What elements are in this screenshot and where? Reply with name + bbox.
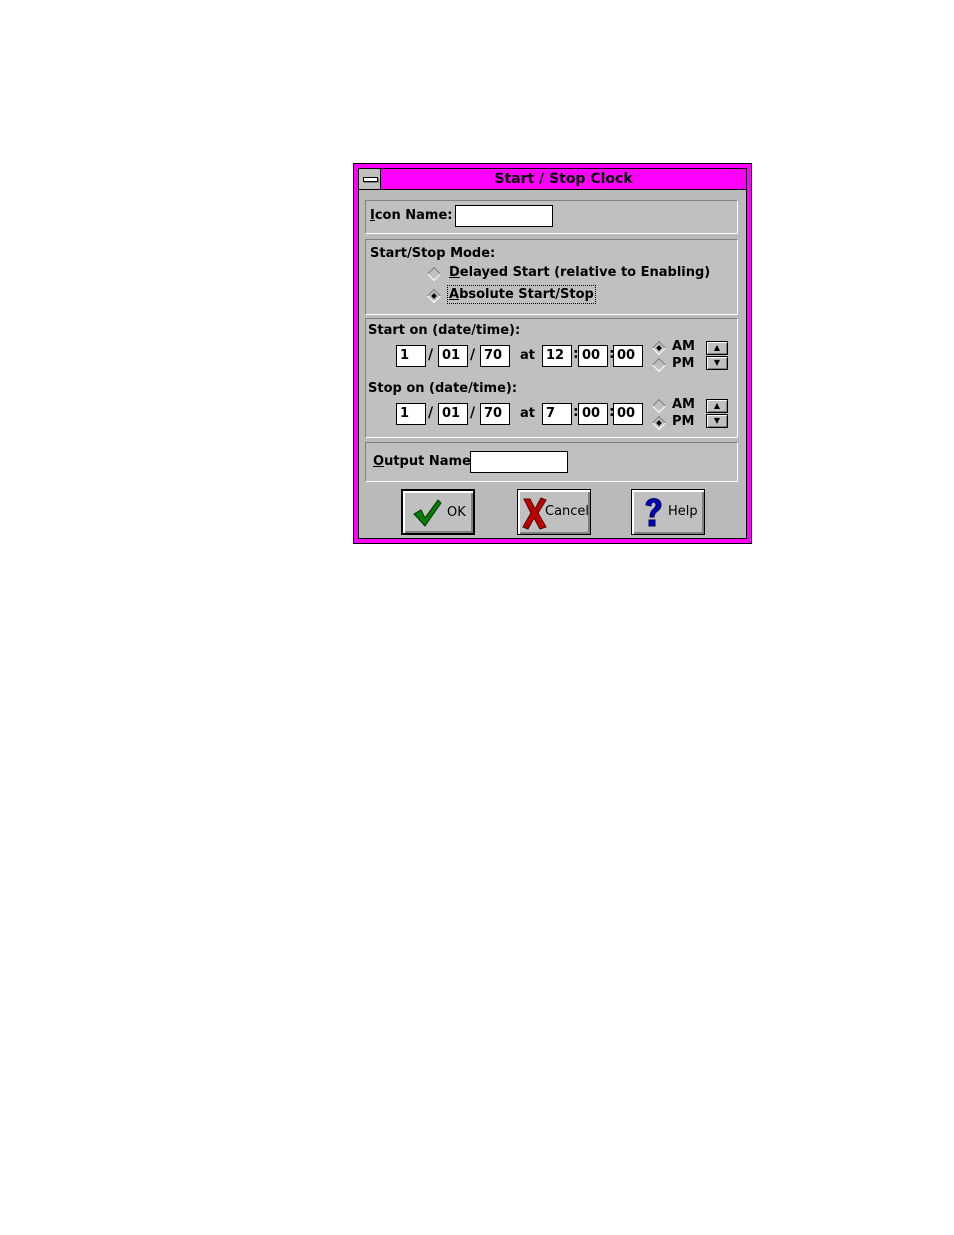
stop-time-spinner: ▲ ▼: [706, 399, 728, 429]
start-at-label: at: [520, 348, 535, 363]
system-menu-icon[interactable]: [359, 169, 381, 189]
cancel-button[interactable]: Cancel: [517, 489, 591, 535]
start-stop-mode-group: Start/Stop Mode: Delayed Start (relative…: [365, 239, 738, 315]
icon-name-input[interactable]: [455, 205, 553, 227]
start-pm-radio[interactable]: [651, 357, 667, 373]
checkmark-icon: [413, 499, 442, 527]
start-pm-label[interactable]: PM: [672, 356, 694, 371]
start-am-radio[interactable]: [651, 340, 667, 356]
start-am-label[interactable]: AM: [672, 339, 695, 354]
stop-date-sep-2: /: [470, 405, 476, 421]
stop-spin-up-button[interactable]: ▲: [706, 399, 728, 413]
radio-absolute-start-stop[interactable]: [426, 288, 442, 304]
date-time-group: Start on (date/time): 1 / 01 / 70 at 12 …: [365, 318, 738, 438]
title-bar[interactable]: Start / Stop Clock: [359, 169, 746, 190]
start-time-spinner: ▲ ▼: [706, 341, 728, 371]
delayed-start-label[interactable]: Delayed Start (relative to Enabling): [449, 265, 710, 280]
start-month-input[interactable]: 1: [396, 345, 426, 367]
stop-second-input[interactable]: 00: [613, 403, 643, 425]
stop-am-label[interactable]: AM: [672, 397, 695, 412]
stop-pm-label[interactable]: PM: [672, 414, 694, 429]
help-button[interactable]: Help: [631, 489, 705, 535]
icon-name-label: Icon Name:: [370, 208, 453, 223]
start-spin-up-button[interactable]: ▲: [706, 341, 728, 355]
start-spin-down-button[interactable]: ▼: [706, 356, 728, 370]
radio-delayed-start[interactable]: [426, 266, 442, 282]
stop-am-radio[interactable]: [651, 398, 667, 414]
start-year-input[interactable]: 70: [480, 345, 510, 367]
output-name-label: Output Name:: [373, 454, 477, 469]
stop-pm-radio[interactable]: [651, 415, 667, 431]
stop-spin-down-button[interactable]: ▼: [706, 414, 728, 428]
icon-name-label-rest: con Name:: [374, 208, 453, 223]
cancel-label: Cancel: [545, 504, 590, 519]
dialog-body: Start / Stop Clock Icon Name: Start/Stop…: [358, 168, 747, 539]
absolute-start-stop-label-rest[interactable]: bsolute Start/Stop: [459, 287, 594, 302]
stop-minute-input[interactable]: 00: [578, 403, 608, 425]
delayed-start-label-rest[interactable]: elayed Start (relative to Enabling): [460, 265, 710, 280]
absolute-start-stop-label[interactable]: Absolute Start/Stop: [447, 285, 596, 304]
stop-on-label: Stop on (date/time):: [368, 381, 518, 396]
start-date-sep-1: /: [428, 347, 434, 363]
start-date-sep-2: /: [470, 347, 476, 363]
start-on-label: Start on (date/time):: [368, 323, 521, 338]
output-name-input[interactable]: [470, 451, 568, 473]
stop-date-sep-1: /: [428, 405, 434, 421]
window-title: Start / Stop Clock: [494, 171, 633, 187]
start-second-input[interactable]: 00: [613, 345, 643, 367]
mode-label: Start/Stop Mode:: [370, 246, 496, 261]
stop-hour-input[interactable]: 7: [542, 403, 572, 425]
start-minute-input[interactable]: 00: [578, 345, 608, 367]
help-label: Help: [668, 504, 698, 519]
icon-name-group: Icon Name:: [365, 200, 738, 234]
stop-year-input[interactable]: 70: [480, 403, 510, 425]
ok-label: OK: [447, 505, 466, 520]
start-hour-input[interactable]: 12: [542, 345, 572, 367]
ok-button[interactable]: OK: [401, 489, 475, 535]
stop-at-label: at: [520, 406, 535, 421]
stop-day-input[interactable]: 01: [438, 403, 468, 425]
stop-month-input[interactable]: 1: [396, 403, 426, 425]
start-day-input[interactable]: 01: [438, 345, 468, 367]
output-name-group: Output Name:: [365, 442, 738, 482]
question-mark-icon: [645, 498, 662, 527]
start-stop-clock-dialog: Start / Stop Clock Icon Name: Start/Stop…: [353, 163, 752, 544]
output-name-label-rest: utput Name:: [384, 454, 477, 469]
